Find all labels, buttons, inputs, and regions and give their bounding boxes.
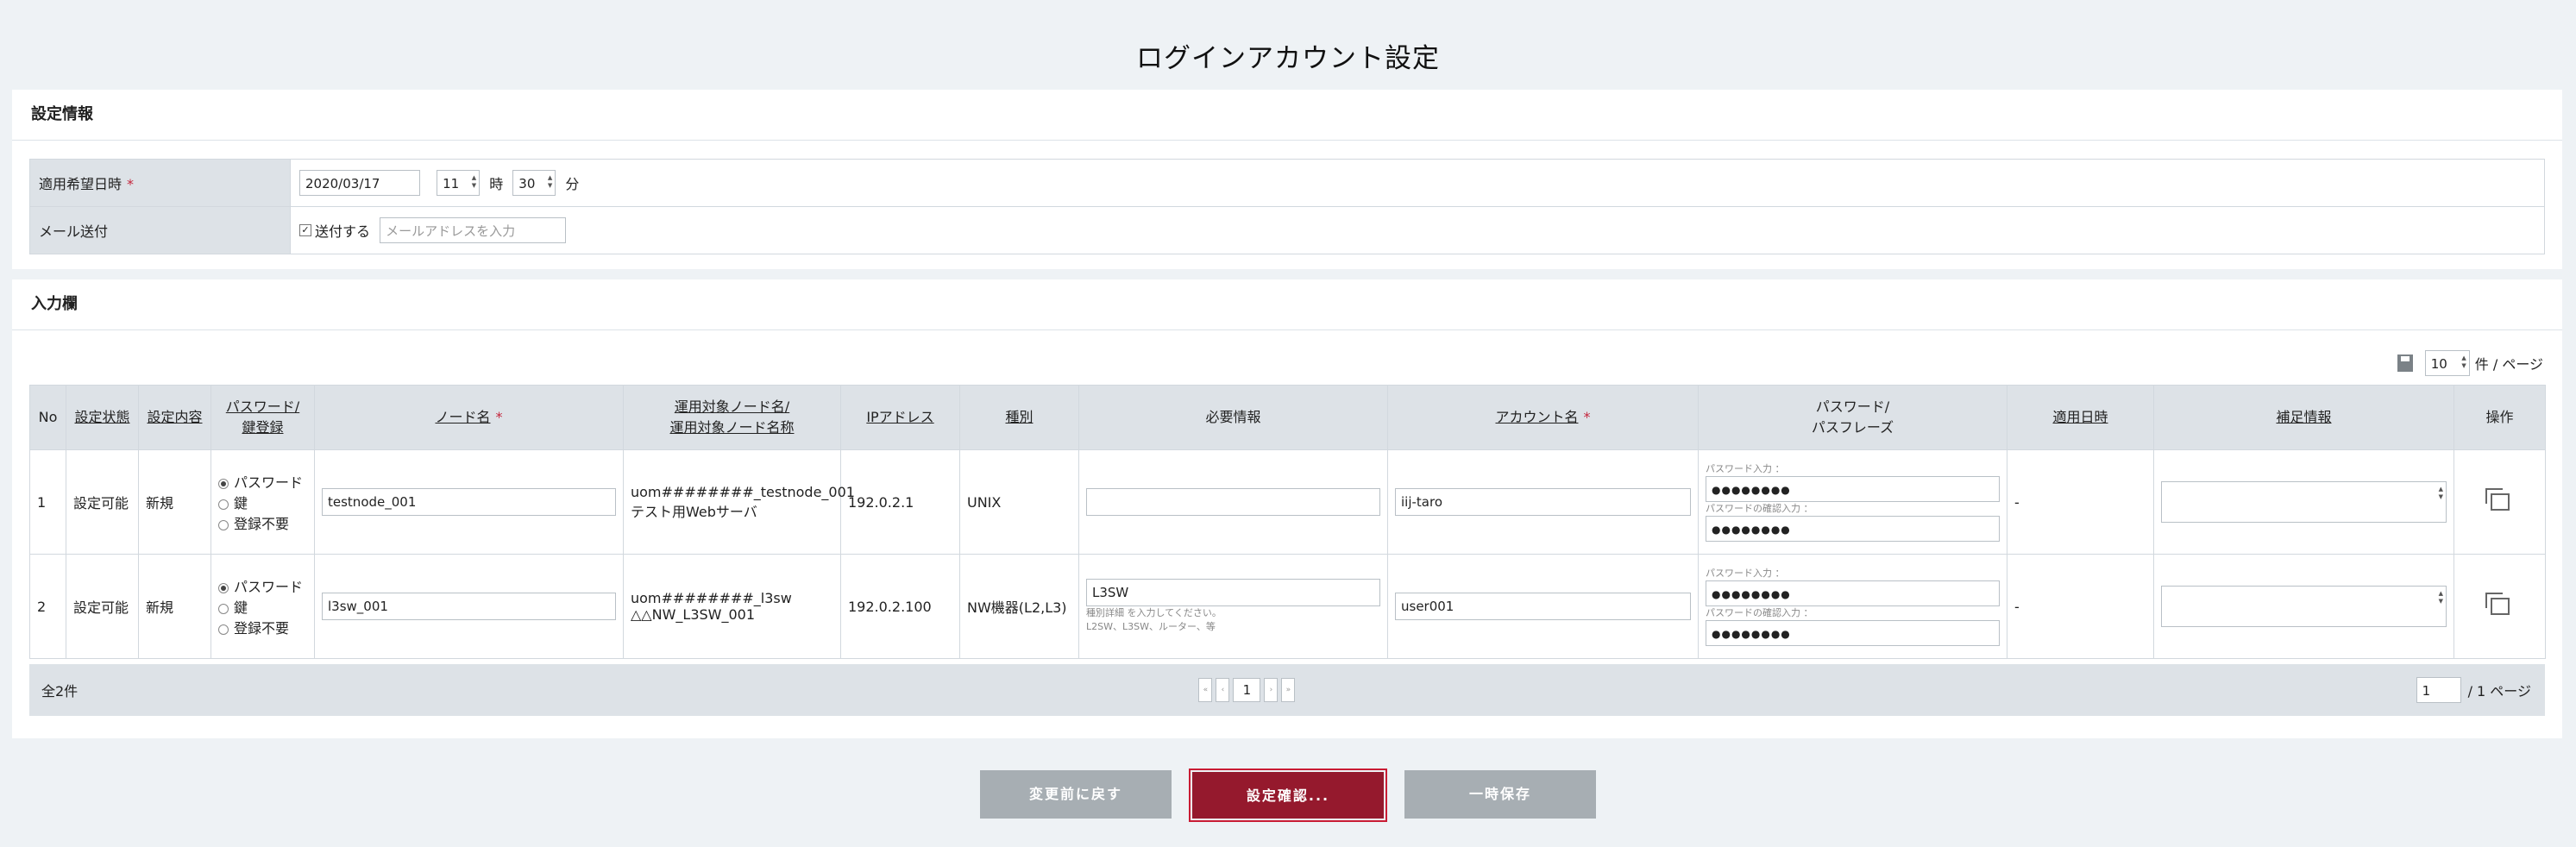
copy-icon[interactable] bbox=[2485, 593, 2510, 615]
mail-address-input[interactable]: メールアドレスを入力 bbox=[380, 217, 567, 243]
row-ops-node: uom########_testnode_001 テスト用Webサーバ bbox=[623, 449, 855, 555]
table-row: 1 設定可能 新規 パスワード 鍵 登録不要 testnode_001 uom#… bbox=[29, 449, 2546, 555]
first-page-icon[interactable]: « bbox=[1198, 678, 1213, 702]
page-input[interactable]: 1 bbox=[2416, 677, 2461, 703]
row-no: 1 bbox=[29, 449, 66, 555]
table-footer: 全2件 « ‹ 1 › » 1 / 1 ページ bbox=[29, 664, 2545, 716]
required-hint-examples: L2SW、L3SW、ルーター、等 bbox=[1086, 621, 1216, 632]
pw-input-label: パスワード入力 ： bbox=[1706, 568, 1785, 579]
date-input[interactable]: 2020/03/17 bbox=[299, 170, 420, 196]
col-type[interactable]: 種別 bbox=[959, 385, 1079, 450]
table-row: 2 設定可能 新規 パスワード 鍵 登録不要 l3sw_001 uom#####… bbox=[29, 554, 2546, 659]
total-count: 全2件 bbox=[41, 683, 79, 700]
row-status: 設定可能 bbox=[66, 554, 139, 659]
row-pwkey-radio: パスワード 鍵 登録不要 bbox=[210, 554, 315, 659]
revert-button[interactable]: 変更前に戻す bbox=[980, 770, 1172, 819]
settings-form: 適用希望日時* 2020/03/17 11 時 30 分 メール送付 ✓ 送付する… bbox=[29, 159, 2545, 254]
row-ip: 192.0.2.1 bbox=[840, 449, 960, 555]
col-content[interactable]: 設定内容 bbox=[138, 385, 211, 450]
row-apply-date: - bbox=[2007, 449, 2154, 555]
node-input[interactable]: l3sw_001 bbox=[322, 593, 616, 620]
per-page-control: 10 件 / ページ bbox=[2397, 350, 2543, 376]
last-page-icon[interactable]: » bbox=[1281, 678, 1296, 702]
radio-none[interactable]: 登録不要 bbox=[218, 617, 307, 637]
col-ip[interactable]: IPアドレス bbox=[840, 385, 960, 450]
account-input[interactable]: iij-taro bbox=[1395, 488, 1691, 516]
next-page-icon[interactable]: › bbox=[1264, 678, 1279, 702]
temp-save-button[interactable]: 一時保存 bbox=[1404, 770, 1596, 819]
per-page-select[interactable]: 10 bbox=[2424, 350, 2470, 376]
apply-date-label: 適用希望日時 * bbox=[29, 159, 291, 207]
row-content: 新規 bbox=[138, 449, 211, 555]
mail-checkbox-label: 送付する bbox=[315, 223, 371, 240]
minute-unit: 分 bbox=[565, 176, 580, 192]
col-node[interactable]: ノード名 * bbox=[314, 385, 624, 450]
pw-confirm-label: パスワードの確認入力 ： bbox=[1706, 607, 1813, 618]
password-confirm-input[interactable]: ●●●●●●●● bbox=[1706, 516, 2000, 542]
row-status: 設定可能 bbox=[66, 449, 139, 555]
radio-password[interactable]: パスワード bbox=[218, 471, 307, 492]
col-password: パスワード/パスフレーズ bbox=[1698, 385, 2007, 450]
save-layout-icon[interactable] bbox=[2397, 354, 2413, 372]
required-info-input[interactable] bbox=[1086, 488, 1380, 516]
col-apply-date[interactable]: 適用日時 bbox=[2007, 385, 2154, 450]
input-panel: 入力欄 10 件 / ページ No 設定状態 設定内容 パスワード/鍵登録 ノー… bbox=[12, 279, 2562, 738]
radio-password[interactable]: パスワード bbox=[218, 575, 307, 596]
confirm-button[interactable]: 設定確認... bbox=[1189, 769, 1387, 822]
row-apply-date: - bbox=[2007, 554, 2154, 659]
pw-confirm-label: パスワードの確認入力 ： bbox=[1706, 503, 1813, 514]
password-input[interactable]: ●●●●●●●● bbox=[1706, 476, 2000, 502]
current-page[interactable]: 1 bbox=[1233, 678, 1261, 702]
col-action: 操作 bbox=[2453, 385, 2546, 450]
page-total: / 1 ページ bbox=[2467, 683, 2531, 700]
col-account[interactable]: アカウント名 * bbox=[1387, 385, 1699, 450]
password-confirm-input[interactable]: ●●●●●●●● bbox=[1706, 620, 2000, 646]
pagination: « ‹ 1 › » bbox=[1198, 678, 1296, 702]
per-page-unit: 件 / ページ bbox=[2474, 356, 2543, 373]
row-pwkey-radio: パスワード 鍵 登録不要 bbox=[210, 449, 315, 555]
page-jump: 1 / 1 ページ bbox=[2416, 677, 2531, 703]
col-status[interactable]: 設定状態 bbox=[66, 385, 139, 450]
row-type: NW機器(L2,L3) bbox=[959, 554, 1079, 659]
required-hint: 種別詳細 を入力してください。 bbox=[1086, 607, 1222, 618]
row-no: 2 bbox=[29, 554, 66, 659]
account-input[interactable]: user001 bbox=[1395, 593, 1691, 620]
row-content: 新規 bbox=[138, 554, 211, 659]
page-title: ログインアカウント設定 bbox=[1136, 43, 1440, 74]
col-no: No bbox=[29, 385, 66, 450]
row-ops-node: uom########_l3sw △△NW_L3SW_001 bbox=[623, 554, 841, 659]
hour-unit: 時 bbox=[489, 176, 504, 192]
col-pwkey[interactable]: パスワード/鍵登録 bbox=[210, 385, 315, 450]
minute-select[interactable]: 30 bbox=[512, 170, 556, 196]
col-ops-node[interactable]: 運用対象ノード名/運用対象ノード名称 bbox=[623, 385, 841, 450]
pw-input-label: パスワード入力 ： bbox=[1706, 463, 1785, 474]
account-table: No 設定状態 設定内容 パスワード/鍵登録 ノード名 * 運用対象ノード名/運用… bbox=[29, 385, 2546, 659]
row-type: UNIX bbox=[959, 449, 1079, 555]
col-required-info: 必要情報 bbox=[1078, 385, 1388, 450]
col-note[interactable]: 補足情報 bbox=[2153, 385, 2454, 450]
prev-page-icon[interactable]: ‹ bbox=[1216, 678, 1230, 702]
input-heading: 入力欄 bbox=[12, 279, 2562, 330]
radio-none[interactable]: 登録不要 bbox=[218, 512, 307, 533]
table-header: No 設定状態 設定内容 パスワード/鍵登録 ノード名 * 運用対象ノード名/運用… bbox=[29, 385, 2546, 450]
required-info-input[interactable]: L3SW bbox=[1086, 579, 1380, 606]
radio-key[interactable]: 鍵 bbox=[218, 596, 307, 617]
hour-select[interactable]: 11 bbox=[437, 170, 481, 196]
row-ip: 192.0.2.100 bbox=[840, 554, 960, 659]
settings-panel: 設定情報 適用希望日時* 2020/03/17 11 時 30 分 メール送付 … bbox=[12, 90, 2562, 269]
note-textarea[interactable] bbox=[2161, 586, 2447, 627]
mail-checkbox[interactable]: ✓ bbox=[299, 224, 311, 236]
note-textarea[interactable] bbox=[2161, 481, 2447, 523]
node-input[interactable]: testnode_001 bbox=[322, 488, 616, 516]
copy-icon[interactable] bbox=[2485, 488, 2510, 511]
password-input[interactable]: ●●●●●●●● bbox=[1706, 580, 2000, 606]
settings-heading: 設定情報 bbox=[12, 90, 2562, 141]
required-mark: * bbox=[127, 176, 135, 192]
mail-label: メール送付 bbox=[29, 206, 291, 254]
radio-key[interactable]: 鍵 bbox=[218, 492, 307, 512]
